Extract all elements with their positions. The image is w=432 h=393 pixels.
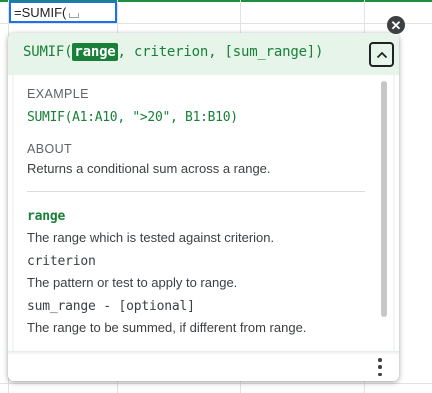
active-cell-editor[interactable]: =SUMIF( [9, 1, 117, 23]
example-formula: SUMIF(A1:A10, ">20", B1:B10) [27, 110, 238, 125]
close-help-button[interactable]: ✕ [387, 16, 405, 34]
about-description: Returns a conditional sum across a range… [27, 161, 271, 176]
argument-name-criterion: criterion [27, 254, 96, 269]
argument-description-range: The range which is tested against criter… [27, 230, 275, 245]
more-options-button[interactable] [371, 357, 389, 377]
section-divider [27, 191, 365, 192]
help-card-header: SUMIF(range, criterion, [sum_range]) [8, 33, 399, 75]
function-name: SUMIF [23, 44, 65, 60]
help-card-body: EXAMPLE SUMIF(A1:A10, ">20", B1:B10) ABO… [12, 75, 395, 351]
argument-description-criterion: The pattern or test to apply to range. [27, 275, 238, 290]
argument-name-sum-range: sum_range - [optional] [27, 299, 195, 314]
close-icon: ✕ [390, 17, 402, 33]
argument-placeholder [69, 13, 80, 18]
formula-help-card: SUMIF(range, criterion, [sum_range]) EXA… [8, 33, 399, 381]
cell-formula-text: =SUMIF( [14, 4, 67, 20]
argument-description-sum-range: The range to be summed, if different fro… [27, 320, 307, 335]
help-scrollbar [381, 81, 387, 319]
help-content-panel: EXAMPLE SUMIF(A1:A10, ">20", B1:B10) ABO… [14, 75, 393, 351]
about-section-title: ABOUT [27, 142, 73, 156]
collapse-help-button[interactable] [369, 42, 394, 67]
help-scrollbar-thumb[interactable] [381, 81, 387, 317]
chevron-up-icon [376, 51, 387, 58]
signature-remaining-arguments: , criterion, [sum_range]) [117, 44, 324, 60]
argument-name-range: range [27, 209, 66, 224]
help-card-footer [8, 351, 399, 381]
more-vert-icon [378, 358, 382, 362]
example-section-title: EXAMPLE [27, 87, 89, 101]
function-signature: SUMIF(range, criterion, [sum_range]) [23, 43, 324, 61]
active-argument-highlight: range [72, 43, 118, 61]
